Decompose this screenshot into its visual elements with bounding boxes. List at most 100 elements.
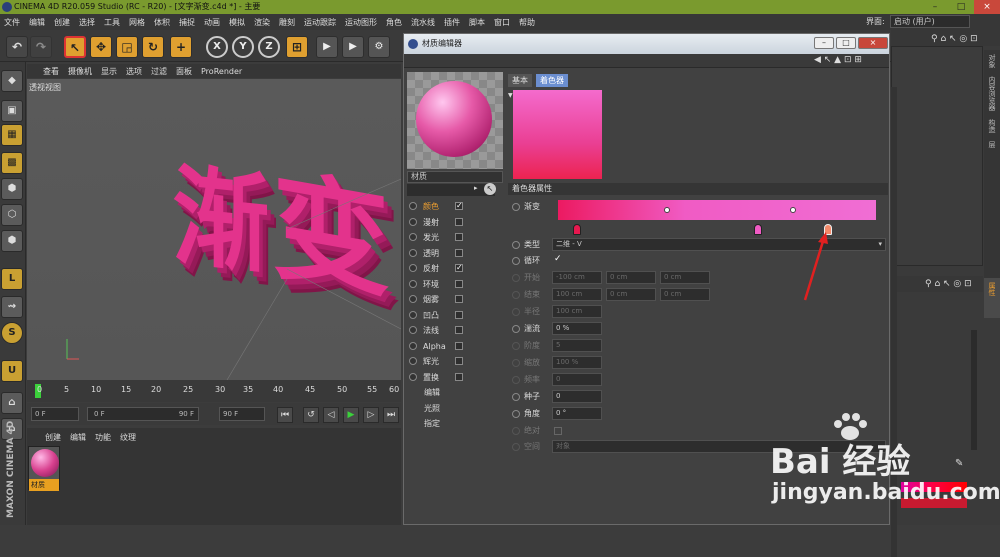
- angle-field[interactable]: 0 °: [552, 407, 602, 420]
- maximize-button[interactable]: □: [948, 0, 974, 14]
- goto-end-icon[interactable]: ⏭: [383, 407, 399, 423]
- mm-edit[interactable]: 编辑: [70, 432, 86, 443]
- end-frame-field[interactable]: 90 F: [219, 407, 265, 421]
- mm-texture[interactable]: 纹理: [120, 432, 136, 443]
- menu-mesh[interactable]: 网格: [129, 17, 145, 28]
- channel-assignment[interactable]: 指定: [424, 416, 518, 430]
- type-select[interactable]: 二维 - V ▾: [552, 238, 886, 251]
- menu-motion-tracking[interactable]: 运动跟踪: [304, 17, 336, 28]
- menu-volume[interactable]: 体积: [154, 17, 170, 28]
- material-preview[interactable]: [407, 72, 503, 169]
- tweak-mode-icon[interactable]: ⇝: [1, 296, 23, 318]
- menu-render[interactable]: 渲染: [254, 17, 270, 28]
- vtab-structure[interactable]: 构造: [987, 119, 997, 133]
- tab-shader[interactable]: 着色器: [536, 74, 568, 87]
- workplane-icon[interactable]: ▩: [1, 152, 23, 174]
- model-mode-icon[interactable]: ▣: [1, 100, 23, 122]
- menu-character[interactable]: 角色: [386, 17, 402, 28]
- rotate-icon[interactable]: ↻: [142, 36, 164, 58]
- viewport-menu-camera[interactable]: 摄像机: [68, 66, 92, 77]
- turbulence-field[interactable]: 0 %: [552, 322, 602, 335]
- viewport-menu-display[interactable]: 显示: [101, 66, 117, 77]
- menu-create[interactable]: 创建: [54, 17, 70, 28]
- editor-maximize-button[interactable]: □: [836, 37, 856, 49]
- menu-snap[interactable]: 捕捉: [179, 17, 195, 28]
- y-axis-icon[interactable]: Y: [232, 36, 254, 58]
- viewport[interactable]: 透视视图 渐 变: [27, 79, 401, 380]
- channel-illumination[interactable]: 光照: [424, 401, 518, 415]
- current-frame-slider[interactable]: 0 F 90 F: [87, 407, 199, 421]
- z-axis-icon[interactable]: Z: [258, 36, 280, 58]
- viewport-menu-filter[interactable]: 过滤: [151, 66, 167, 77]
- end-z-field[interactable]: 0 cm: [660, 288, 710, 301]
- tab-basic[interactable]: 基本: [508, 74, 532, 87]
- channel-displacement[interactable]: 置换: [409, 370, 503, 384]
- prev-key-icon[interactable]: ↺: [303, 407, 319, 423]
- timeline[interactable]: 0 5 10 15 20 25 30 35 40 45 50 55 60: [27, 380, 401, 402]
- gradient-knot[interactable]: [790, 207, 796, 213]
- scale-field[interactable]: 100 %: [552, 356, 602, 369]
- material-name-field[interactable]: 材质: [407, 171, 503, 183]
- render-settings-icon[interactable]: ⚙: [368, 36, 390, 58]
- channel-color[interactable]: 颜色 ✓: [409, 199, 503, 213]
- edges-mode-icon[interactable]: ⬡: [1, 204, 23, 226]
- absolute-checkbox[interactable]: [554, 427, 562, 435]
- channel-luminance[interactable]: 发光: [409, 230, 503, 244]
- make-editable-icon[interactable]: ◆: [1, 70, 23, 92]
- lock-icon[interactable]: ⌂: [1, 392, 23, 414]
- material-thumbnail[interactable]: 材质: [28, 446, 60, 491]
- menu-pipeline[interactable]: 流水线: [411, 17, 435, 28]
- interface-select[interactable]: 启动 (用户): [890, 15, 970, 28]
- next-frame-icon[interactable]: ▷: [363, 407, 379, 423]
- editor-nav-icons[interactable]: ◀ ↖ ▲ ⊡ ⊞: [814, 55, 862, 65]
- editor-minimize-button[interactable]: –: [814, 37, 834, 49]
- x-axis-icon[interactable]: X: [206, 36, 228, 58]
- menu-mograph[interactable]: 运动图形: [345, 17, 377, 28]
- viewport-menu-prorender[interactable]: ProRender: [201, 67, 242, 76]
- frequency-field[interactable]: 0: [552, 373, 602, 386]
- gradient-bar[interactable]: [558, 200, 876, 220]
- mm-function[interactable]: 功能: [95, 432, 111, 443]
- channel-diffusion[interactable]: 漫射: [409, 215, 503, 229]
- attr-scrollbar[interactable]: [971, 330, 977, 450]
- start-frame-field[interactable]: 0 F: [31, 407, 79, 421]
- redo-icon[interactable]: ↷: [30, 36, 52, 58]
- prev-frame-icon[interactable]: ◁: [323, 407, 339, 423]
- viewport-menu-view[interactable]: 查看: [43, 66, 59, 77]
- gradient-color-stop[interactable]: [754, 224, 762, 235]
- gradient-color-stop[interactable]: [573, 224, 581, 235]
- play-icon[interactable]: ▶: [343, 407, 359, 423]
- menu-animate[interactable]: 动画: [204, 17, 220, 28]
- magnet-icon[interactable]: U: [1, 360, 23, 382]
- menu-window[interactable]: 窗口: [494, 17, 510, 28]
- channel-alpha[interactable]: Alpha: [409, 339, 503, 353]
- collapse-arrow-icon[interactable]: ▼: [508, 92, 513, 99]
- channel-transparency[interactable]: 透明: [409, 246, 503, 260]
- viewport-menu-panel[interactable]: 面板: [176, 66, 192, 77]
- menu-edit[interactable]: 编辑: [29, 17, 45, 28]
- end-y-field[interactable]: 0 cm: [606, 288, 656, 301]
- render-view-icon[interactable]: ▶: [316, 36, 338, 58]
- eyedropper-icon[interactable]: ✎: [955, 458, 963, 469]
- snap-icon[interactable]: S: [1, 322, 23, 344]
- dropdown-arrow-icon[interactable]: ▸: [474, 184, 478, 192]
- channel-reflectance[interactable]: 反射 ✓: [409, 261, 503, 275]
- vtab-object[interactable]: 对象: [987, 54, 997, 68]
- menu-simulate[interactable]: 模拟: [229, 17, 245, 28]
- mm-create[interactable]: 创建: [45, 432, 61, 443]
- vtab-layer[interactable]: 层: [987, 141, 997, 148]
- seed-field[interactable]: 0: [552, 390, 602, 403]
- menu-file[interactable]: 文件: [4, 17, 20, 28]
- move-icon[interactable]: ✥: [90, 36, 112, 58]
- start-x-field[interactable]: -100 cm: [552, 271, 602, 284]
- channel-environment[interactable]: 环境: [409, 277, 503, 291]
- gradient-knot[interactable]: [664, 207, 670, 213]
- channel-fog[interactable]: 烟雾: [409, 292, 503, 306]
- menu-plugins[interactable]: 插件: [444, 17, 460, 28]
- texture-mode-icon[interactable]: ▦: [1, 124, 23, 146]
- vtab-content-browser[interactable]: 内容浏览器: [987, 76, 997, 111]
- radius-field[interactable]: 100 cm: [552, 305, 602, 318]
- axis-mode-icon[interactable]: L: [1, 268, 23, 290]
- shader-swatch[interactable]: [513, 90, 602, 179]
- octaves-field[interactable]: 5: [552, 339, 602, 352]
